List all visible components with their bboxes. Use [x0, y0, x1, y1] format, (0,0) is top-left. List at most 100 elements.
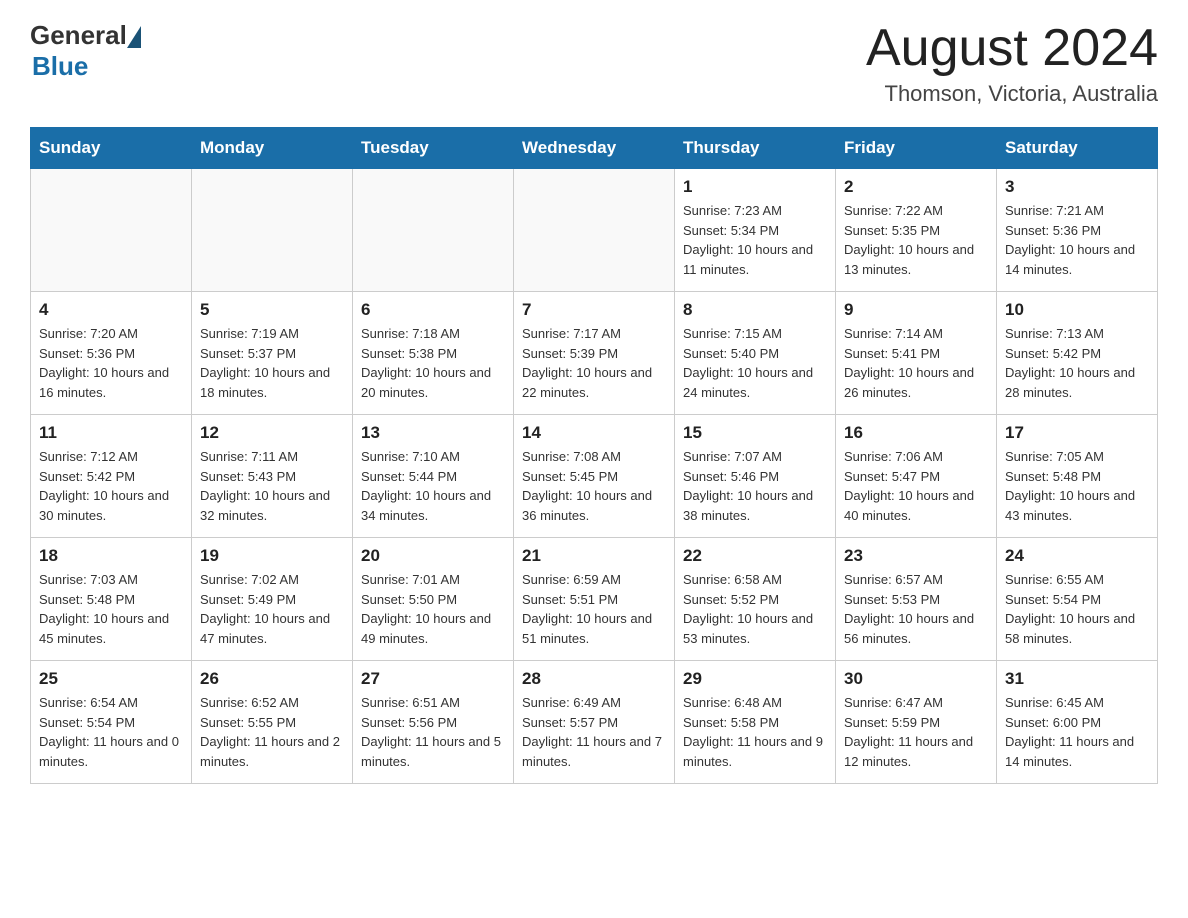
calendar-day-cell: [31, 169, 192, 292]
calendar-week-row: 4 Sunrise: 7:20 AM Sunset: 5:36 PM Daylig…: [31, 292, 1158, 415]
day-number: 10: [1005, 300, 1149, 320]
calendar-day-cell: 2 Sunrise: 7:22 AM Sunset: 5:35 PM Daylig…: [836, 169, 997, 292]
day-number: 13: [361, 423, 505, 443]
calendar-day-cell: 17 Sunrise: 7:05 AM Sunset: 5:48 PM Dayli…: [997, 415, 1158, 538]
day-info: Sunrise: 6:47 AM Sunset: 5:59 PM Dayligh…: [844, 693, 988, 771]
logo-triangle-icon: [127, 26, 141, 48]
day-number: 18: [39, 546, 183, 566]
calendar-day-cell: 20 Sunrise: 7:01 AM Sunset: 5:50 PM Dayli…: [353, 538, 514, 661]
calendar-day-cell: 5Sunrise: 7:19 AM Sunset: 5:37 PM Daylig…: [192, 292, 353, 415]
calendar-day-cell: 12Sunrise: 7:11 AM Sunset: 5:43 PM Dayli…: [192, 415, 353, 538]
calendar-day-cell: 25 Sunrise: 6:54 AM Sunset: 5:54 PM Dayli…: [31, 661, 192, 784]
calendar-day-cell: 31 Sunrise: 6:45 AM Sunset: 6:00 PM Dayli…: [997, 661, 1158, 784]
calendar-day-cell: 9Sunrise: 7:14 AM Sunset: 5:41 PM Daylig…: [836, 292, 997, 415]
logo-blue-text: Blue: [32, 51, 88, 82]
day-info: Sunrise: 7:20 AM Sunset: 5:36 PM Dayligh…: [39, 324, 183, 402]
day-number: 28: [522, 669, 666, 689]
calendar-day-cell: 29Sunrise: 6:48 AM Sunset: 5:58 PM Dayli…: [675, 661, 836, 784]
day-info: Sunrise: 7:22 AM Sunset: 5:35 PM Dayligh…: [844, 201, 988, 279]
page-header: General Blue August 2024 Thomson, Victor…: [30, 20, 1158, 107]
day-number: 20: [361, 546, 505, 566]
day-number: 19: [200, 546, 344, 566]
location-subtitle: Thomson, Victoria, Australia: [866, 81, 1158, 107]
calendar-day-cell: 26Sunrise: 6:52 AM Sunset: 5:55 PM Dayli…: [192, 661, 353, 784]
day-number: 27: [361, 669, 505, 689]
day-info: Sunrise: 7:06 AM Sunset: 5:47 PM Dayligh…: [844, 447, 988, 525]
calendar-day-cell: 14Sunrise: 7:08 AM Sunset: 5:45 PM Dayli…: [514, 415, 675, 538]
day-number: 4: [39, 300, 183, 320]
day-number: 8: [683, 300, 827, 320]
day-number: 3: [1005, 177, 1149, 197]
day-info: Sunrise: 7:23 AM Sunset: 5:34 PM Dayligh…: [683, 201, 827, 279]
calendar-week-row: 1Sunrise: 7:23 AM Sunset: 5:34 PM Daylig…: [31, 169, 1158, 292]
calendar-day-cell: 27 Sunrise: 6:51 AM Sunset: 5:56 PM Dayli…: [353, 661, 514, 784]
day-number: 15: [683, 423, 827, 443]
calendar-day-header: Tuesday: [353, 128, 514, 169]
day-number: 21: [522, 546, 666, 566]
calendar-day-cell: 3Sunrise: 7:21 AM Sunset: 5:36 PM Daylig…: [997, 169, 1158, 292]
calendar-day-cell: 8 Sunrise: 7:15 AM Sunset: 5:40 PM Daylig…: [675, 292, 836, 415]
day-number: 16: [844, 423, 988, 443]
day-info: Sunrise: 7:10 AM Sunset: 5:44 PM Dayligh…: [361, 447, 505, 525]
day-number: 24: [1005, 546, 1149, 566]
day-number: 17: [1005, 423, 1149, 443]
calendar-day-cell: [514, 169, 675, 292]
day-info: Sunrise: 6:57 AM Sunset: 5:53 PM Dayligh…: [844, 570, 988, 648]
calendar-day-cell: 24Sunrise: 6:55 AM Sunset: 5:54 PM Dayli…: [997, 538, 1158, 661]
header-right: August 2024 Thomson, Victoria, Australia: [866, 20, 1158, 107]
calendar-week-row: 25 Sunrise: 6:54 AM Sunset: 5:54 PM Dayli…: [31, 661, 1158, 784]
day-info: Sunrise: 7:19 AM Sunset: 5:37 PM Dayligh…: [200, 324, 344, 402]
day-number: 31: [1005, 669, 1149, 689]
day-info: Sunrise: 6:51 AM Sunset: 5:56 PM Dayligh…: [361, 693, 505, 771]
calendar-day-header: Thursday: [675, 128, 836, 169]
day-number: 6: [361, 300, 505, 320]
day-info: Sunrise: 6:49 AM Sunset: 5:57 PM Dayligh…: [522, 693, 666, 771]
day-info: Sunrise: 7:15 AM Sunset: 5:40 PM Dayligh…: [683, 324, 827, 402]
day-number: 23: [844, 546, 988, 566]
calendar-day-cell: 6 Sunrise: 7:18 AM Sunset: 5:38 PM Daylig…: [353, 292, 514, 415]
calendar-day-cell: 1Sunrise: 7:23 AM Sunset: 5:34 PM Daylig…: [675, 169, 836, 292]
calendar-day-header: Sunday: [31, 128, 192, 169]
calendar-day-header: Monday: [192, 128, 353, 169]
calendar-day-cell: [192, 169, 353, 292]
day-info: Sunrise: 6:59 AM Sunset: 5:51 PM Dayligh…: [522, 570, 666, 648]
day-info: Sunrise: 7:18 AM Sunset: 5:38 PM Dayligh…: [361, 324, 505, 402]
calendar-day-cell: 28 Sunrise: 6:49 AM Sunset: 5:57 PM Dayli…: [514, 661, 675, 784]
calendar-table: SundayMondayTuesdayWednesdayThursdayFrid…: [30, 127, 1158, 784]
day-info: Sunrise: 7:07 AM Sunset: 5:46 PM Dayligh…: [683, 447, 827, 525]
calendar-day-cell: 13 Sunrise: 7:10 AM Sunset: 5:44 PM Dayli…: [353, 415, 514, 538]
day-number: 11: [39, 423, 183, 443]
calendar-day-cell: 21 Sunrise: 6:59 AM Sunset: 5:51 PM Dayli…: [514, 538, 675, 661]
calendar-day-cell: 4 Sunrise: 7:20 AM Sunset: 5:36 PM Daylig…: [31, 292, 192, 415]
logo: General Blue: [30, 20, 141, 82]
calendar-day-cell: 11Sunrise: 7:12 AM Sunset: 5:42 PM Dayli…: [31, 415, 192, 538]
day-info: Sunrise: 6:52 AM Sunset: 5:55 PM Dayligh…: [200, 693, 344, 771]
day-number: 22: [683, 546, 827, 566]
day-number: 25: [39, 669, 183, 689]
logo-general-text: General: [30, 20, 127, 51]
calendar-day-cell: 16 Sunrise: 7:06 AM Sunset: 5:47 PM Dayli…: [836, 415, 997, 538]
day-info: Sunrise: 6:58 AM Sunset: 5:52 PM Dayligh…: [683, 570, 827, 648]
day-number: 2: [844, 177, 988, 197]
day-info: Sunrise: 7:05 AM Sunset: 5:48 PM Dayligh…: [1005, 447, 1149, 525]
calendar-day-cell: 22 Sunrise: 6:58 AM Sunset: 5:52 PM Dayli…: [675, 538, 836, 661]
day-info: Sunrise: 7:03 AM Sunset: 5:48 PM Dayligh…: [39, 570, 183, 648]
day-number: 9: [844, 300, 988, 320]
calendar-header-row: SundayMondayTuesdayWednesdayThursdayFrid…: [31, 128, 1158, 169]
day-info: Sunrise: 6:54 AM Sunset: 5:54 PM Dayligh…: [39, 693, 183, 771]
day-info: Sunrise: 7:08 AM Sunset: 5:45 PM Dayligh…: [522, 447, 666, 525]
day-info: Sunrise: 7:13 AM Sunset: 5:42 PM Dayligh…: [1005, 324, 1149, 402]
day-info: Sunrise: 6:45 AM Sunset: 6:00 PM Dayligh…: [1005, 693, 1149, 771]
calendar-day-header: Friday: [836, 128, 997, 169]
calendar-day-cell: 19 Sunrise: 7:02 AM Sunset: 5:49 PM Dayli…: [192, 538, 353, 661]
day-info: Sunrise: 7:02 AM Sunset: 5:49 PM Dayligh…: [200, 570, 344, 648]
day-number: 12: [200, 423, 344, 443]
calendar-day-cell: [353, 169, 514, 292]
calendar-week-row: 11Sunrise: 7:12 AM Sunset: 5:42 PM Dayli…: [31, 415, 1158, 538]
day-info: Sunrise: 7:01 AM Sunset: 5:50 PM Dayligh…: [361, 570, 505, 648]
day-info: Sunrise: 7:17 AM Sunset: 5:39 PM Dayligh…: [522, 324, 666, 402]
month-title: August 2024: [866, 20, 1158, 77]
calendar-day-cell: 7Sunrise: 7:17 AM Sunset: 5:39 PM Daylig…: [514, 292, 675, 415]
calendar-day-header: Wednesday: [514, 128, 675, 169]
calendar-day-cell: 15 Sunrise: 7:07 AM Sunset: 5:46 PM Dayli…: [675, 415, 836, 538]
